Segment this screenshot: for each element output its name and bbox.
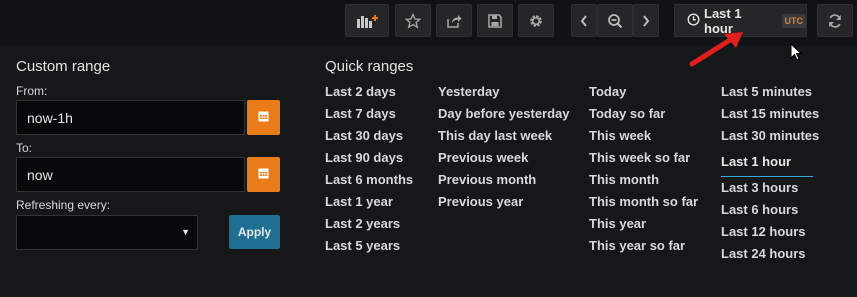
from-input[interactable]: now-1h <box>16 100 245 135</box>
utc-badge: UTC <box>781 13 806 28</box>
quick-range-item[interactable]: Today <box>589 85 698 107</box>
quick-range-item[interactable]: Yesterday <box>438 85 570 107</box>
shift-back-button[interactable] <box>571 4 597 37</box>
chevron-left-icon <box>579 14 589 28</box>
quick-range-item[interactable]: Last 5 years <box>325 239 413 261</box>
quick-range-item[interactable]: Last 90 days <box>325 151 413 173</box>
custom-range-title: Custom range <box>16 58 111 75</box>
refresh-label: Refreshing every: <box>16 198 111 212</box>
quick-range-item[interactable]: Previous month <box>438 173 570 195</box>
time-range-dropdown: Custom range From: now-1h To: now Refres… <box>0 46 857 297</box>
quick-range-item[interactable]: This week <box>589 129 698 151</box>
quick-range-item[interactable]: Last 2 years <box>325 217 413 239</box>
zoom-out-button[interactable] <box>597 4 633 37</box>
quick-range-item[interactable]: This year <box>589 217 698 239</box>
refresh-button[interactable] <box>817 4 853 37</box>
star-icon <box>405 12 421 29</box>
quick-range-item[interactable]: Today so far <box>589 107 698 129</box>
add-panel-button[interactable] <box>345 4 389 37</box>
quick-range-item[interactable]: This month so far <box>589 195 698 217</box>
settings-icon <box>528 13 544 29</box>
caret-down-icon: ▼ <box>181 227 190 237</box>
quick-range-item[interactable]: Last 2 days <box>325 85 413 107</box>
quick-range-column-4: Last 5 minutes Last 15 minutes Last 30 m… <box>721 85 819 269</box>
quick-range-item[interactable]: This week so far <box>589 151 698 173</box>
quick-range-item[interactable]: Last 6 hours <box>721 203 819 225</box>
quick-range-item[interactable]: This month <box>589 173 698 195</box>
settings-button[interactable] <box>518 4 554 37</box>
to-calendar-button[interactable] <box>247 157 280 192</box>
from-calendar-button[interactable] <box>247 100 280 135</box>
clock-icon <box>687 12 700 29</box>
to-label: To: <box>16 141 33 155</box>
quick-range-column-3: Today Today so far This week This week s… <box>589 85 698 261</box>
quick-range-column-1: Last 2 days Last 7 days Last 30 days Las… <box>325 85 413 261</box>
quick-range-item-active[interactable]: Last 1 hour <box>721 155 813 177</box>
share-button[interactable] <box>436 4 472 37</box>
save-icon <box>487 13 503 29</box>
quick-range-item[interactable]: Previous year <box>438 195 570 217</box>
quick-range-item[interactable]: This year so far <box>589 239 698 261</box>
add-panel-icon <box>355 13 379 29</box>
quick-range-item[interactable]: Last 15 minutes <box>721 107 819 129</box>
quick-range-item[interactable]: Day before yesterday <box>438 107 570 129</box>
quick-range-item[interactable]: Last 6 months <box>325 173 413 195</box>
star-button[interactable] <box>395 4 431 37</box>
shift-forward-button[interactable] <box>633 4 659 37</box>
quick-range-item[interactable]: Last 1 year <box>325 195 413 217</box>
quick-range-item[interactable]: Last 30 days <box>325 129 413 151</box>
refresh-icon <box>827 13 843 29</box>
quick-ranges-title: Quick ranges <box>325 58 414 75</box>
quick-range-item[interactable]: Last 12 hours <box>721 225 819 247</box>
apply-button[interactable]: Apply <box>229 215 280 249</box>
quick-range-item[interactable]: Last 7 days <box>325 107 413 129</box>
chevron-right-icon <box>641 14 651 28</box>
quick-range-item[interactable]: Last 3 hours <box>721 181 819 203</box>
quick-range-item[interactable]: Last 30 minutes <box>721 129 819 151</box>
calendar-icon <box>258 166 269 184</box>
refresh-select[interactable]: ▼ <box>16 215 198 250</box>
mouse-cursor-icon <box>790 42 803 66</box>
quick-range-item[interactable]: Last 24 hours <box>721 247 819 269</box>
quick-range-item[interactable]: Last 5 minutes <box>721 85 819 107</box>
to-input[interactable]: now <box>16 157 245 192</box>
quick-range-item[interactable]: This day last week <box>438 129 570 151</box>
share-icon <box>446 13 462 29</box>
annotation-arrow-icon <box>688 30 748 75</box>
from-label: From: <box>16 84 48 98</box>
quick-range-column-2: Yesterday Day before yesterday This day … <box>438 85 570 217</box>
save-button[interactable] <box>477 4 513 37</box>
zoom-out-icon <box>607 13 623 29</box>
quick-range-item[interactable]: Previous week <box>438 151 570 173</box>
calendar-icon <box>258 109 269 127</box>
